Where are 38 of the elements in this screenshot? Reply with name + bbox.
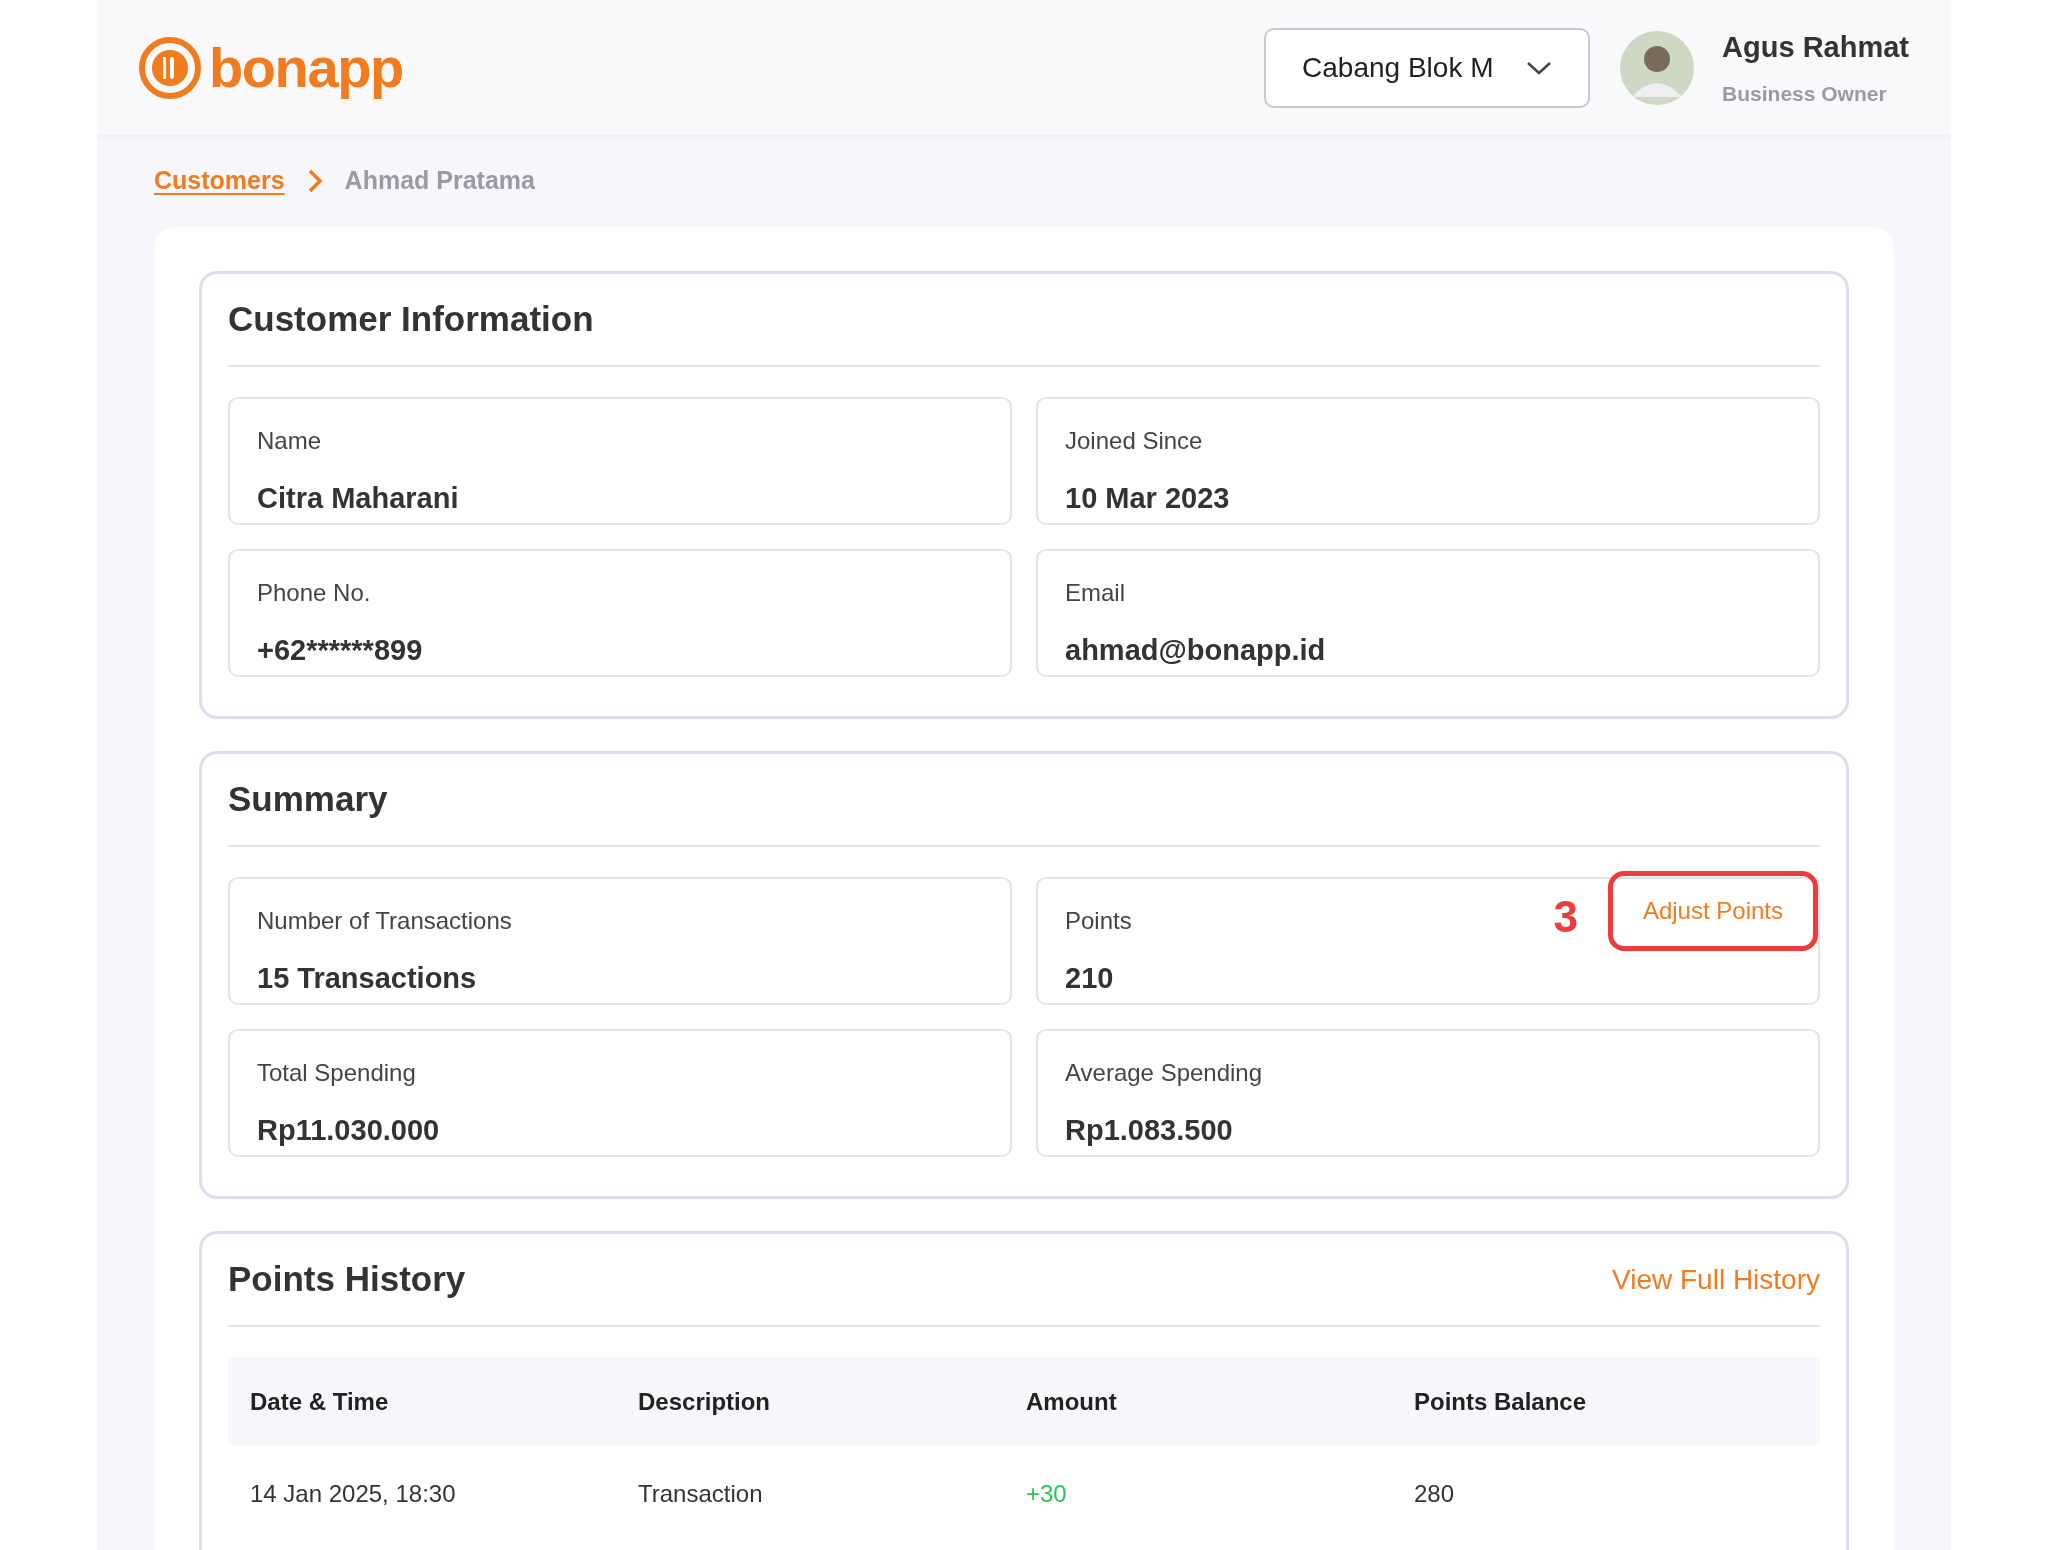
field-label: Name (257, 426, 322, 456)
field-value: Citra Maharani (257, 481, 459, 516)
chevron-right-icon (306, 168, 323, 194)
column-header: Points Balance (1414, 1386, 1588, 1417)
breadcrumb-current: Ahmad Pratama (344, 165, 535, 197)
chevron-down-icon (1526, 59, 1553, 76)
field-label: Joined Since (1065, 426, 1203, 456)
table-cell-text: 14 Jan 2025, 18:30 (250, 1479, 457, 1509)
table-cell-text: 280 (1414, 1479, 1456, 1509)
field-value: 210 (1065, 961, 1114, 996)
field-label: Email (1065, 578, 1125, 608)
user-role: Business Owner (1722, 80, 1888, 107)
annotation-number: 3 (1553, 895, 1578, 939)
table-cell-text: Transaction (638, 1479, 764, 1509)
field-label: Phone No. (257, 578, 371, 608)
field-label: Number of Transactions (257, 906, 512, 936)
field-label: Points (1065, 906, 1132, 936)
field-value: +62******899 (257, 633, 423, 668)
field-value: Rp1.083.500 (1065, 1113, 1233, 1148)
adjust-points-button[interactable]: Adjust Points (1607, 871, 1818, 951)
view-full-history-link[interactable]: View Full History (1612, 1258, 1820, 1301)
section-title: Customer Information (228, 298, 594, 341)
branch-dropdown[interactable]: Cabang Blok M (1264, 27, 1591, 108)
field-label: Total Spending (257, 1058, 416, 1088)
breadcrumb-link[interactable]: Customers (154, 162, 285, 200)
column-header: Date & Time (250, 1386, 390, 1417)
field-value: ahmad@bonapp.id (1065, 633, 1326, 668)
section-title: Summary (228, 778, 388, 821)
field-label: Average Spending (1065, 1058, 1263, 1088)
user-name: Agus Rahmat (1722, 30, 1909, 65)
field-value: 15 Transactions (257, 961, 477, 996)
logo-icon (139, 36, 201, 99)
column-header: Amount (1026, 1386, 1118, 1417)
table-cell-text: +30 (1026, 1479, 1068, 1509)
field-value: 10 Mar 2023 (1065, 481, 1230, 516)
column-header: Description (638, 1386, 772, 1417)
field-value: Rp11.030.000 (257, 1113, 440, 1148)
section-title: Points History (228, 1258, 466, 1301)
